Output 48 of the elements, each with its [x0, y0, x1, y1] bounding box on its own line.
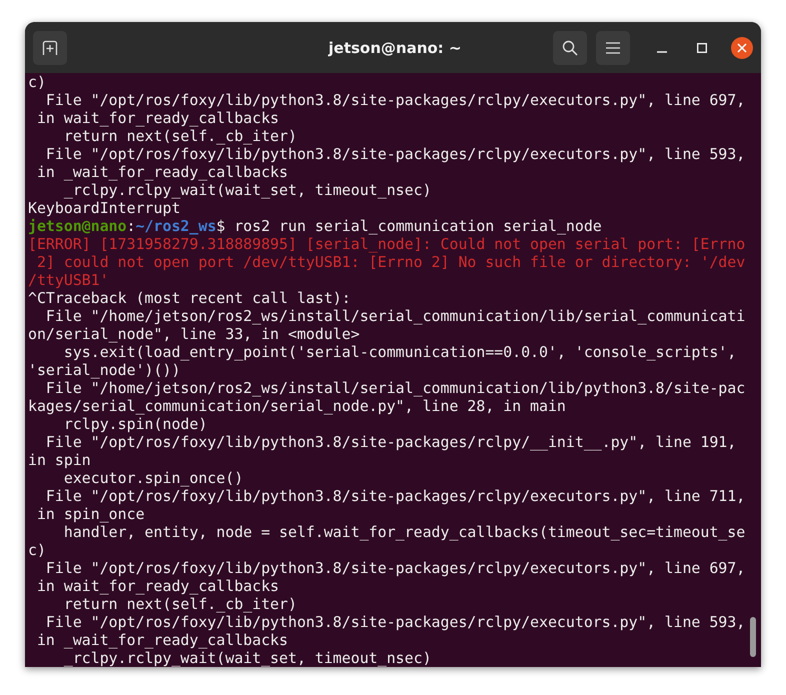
- output-line: in wait_for_ready_callbacks: [36, 577, 280, 595]
- command-text: $ ros2 run serial_communication serial_node: [216, 217, 602, 235]
- search-button[interactable]: [553, 30, 587, 64]
- output-line: File "/opt/ros/foxy/lib/python3.8/site-packages/rclpy/executors.py", line 697,: [44, 91, 746, 109]
- output-line: _rclpy.rclpy_wait(wait_set, timeout_nsec): [62, 649, 432, 667]
- search-icon: [562, 40, 578, 56]
- output-line: File "/opt/ros/foxy/lib/python3.8/site-packages/rclpy/executors.py", line 593,: [44, 613, 746, 631]
- error-line: 2] could not open port /dev/ttyUSB1: [Errno 2] No such file or directory: '/dev: [36, 253, 746, 271]
- prompt-user: jetson@nano: [28, 217, 127, 235]
- error-line: /ttyUSB1': [28, 271, 109, 289]
- output-line: File "/opt/ros/foxy/lib/python3.8/site-packages/rclpy/executors.py", line 593,: [44, 145, 746, 163]
- output-line: c): [28, 73, 46, 91]
- maximize-icon: [697, 42, 707, 52]
- new-tab-button[interactable]: [33, 30, 67, 64]
- prompt-separator: :: [126, 217, 136, 235]
- output-line: rclpy.spin(node): [62, 415, 208, 433]
- output-line: in spin_once: [36, 505, 145, 523]
- menu-button[interactable]: [596, 30, 630, 64]
- menu-icon: [606, 42, 620, 54]
- minimize-icon: [657, 50, 667, 52]
- output-line: handler, entity, node = self.wait_for_ready_callbacks(timeout_sec=timeout_se: [62, 523, 746, 541]
- output-line: in wait_for_ready_callbacks: [36, 109, 280, 127]
- output-line: _rclpy.rclpy_wait(wait_set, timeout_nsec): [62, 181, 432, 199]
- output-line: in _wait_for_ready_callbacks: [36, 163, 288, 181]
- output-line: File "/home/jetson/ros2_ws/install/serial_communication/lib/serial_communicati: [44, 307, 746, 325]
- output-line: executor.spin_once(): [62, 469, 244, 487]
- output-line: in spin: [28, 451, 91, 469]
- new-tab-icon: [42, 40, 58, 56]
- output-line: File "/home/jetson/ros2_ws/install/serial_communication/lib/python3.8/site-pac: [44, 379, 746, 397]
- output-line: return next(self._cb_iter): [62, 595, 297, 613]
- output-line: on/serial_node", line 33, in <module>: [28, 325, 360, 343]
- output-line: File "/opt/ros/foxy/lib/python3.8/site-packages/rclpy/__init__.py", line 191,: [44, 433, 736, 451]
- window-title: jetson@nano: ~: [327, 38, 462, 56]
- prompt-path: ~/ros2_ws: [136, 217, 216, 235]
- output-line: KeyboardInterrupt: [28, 199, 180, 217]
- output-line: return next(self._cb_iter): [62, 127, 297, 145]
- output-line: sys.exit(load_entry_point('serial-communication==0.0.0', 'console_scripts',: [62, 343, 736, 361]
- output-line: c): [28, 541, 46, 559]
- output-line: ^CTraceback (most recent call last):: [28, 289, 351, 307]
- output-line: 'serial_node')()): [28, 361, 180, 379]
- output-line: File "/opt/ros/foxy/lib/python3.8/site-packages/rclpy/executors.py", line 711,: [44, 487, 746, 505]
- error-line: [ERROR] [1731958279.318889895] [serial_node]: Could not open serial port: [Errno: [28, 235, 746, 253]
- output-line: in _wait_for_ready_callbacks: [36, 631, 288, 649]
- scrollbar-thumb[interactable]: [750, 617, 756, 657]
- close-icon: [737, 42, 747, 52]
- output-line: File "/opt/ros/foxy/lib/python3.8/site-packages/rclpy/executors.py", line 697,: [44, 559, 746, 577]
- close-button[interactable]: [731, 36, 753, 58]
- output-line: kages/serial_communication/serial_node.py", line 28, in main: [28, 397, 566, 415]
